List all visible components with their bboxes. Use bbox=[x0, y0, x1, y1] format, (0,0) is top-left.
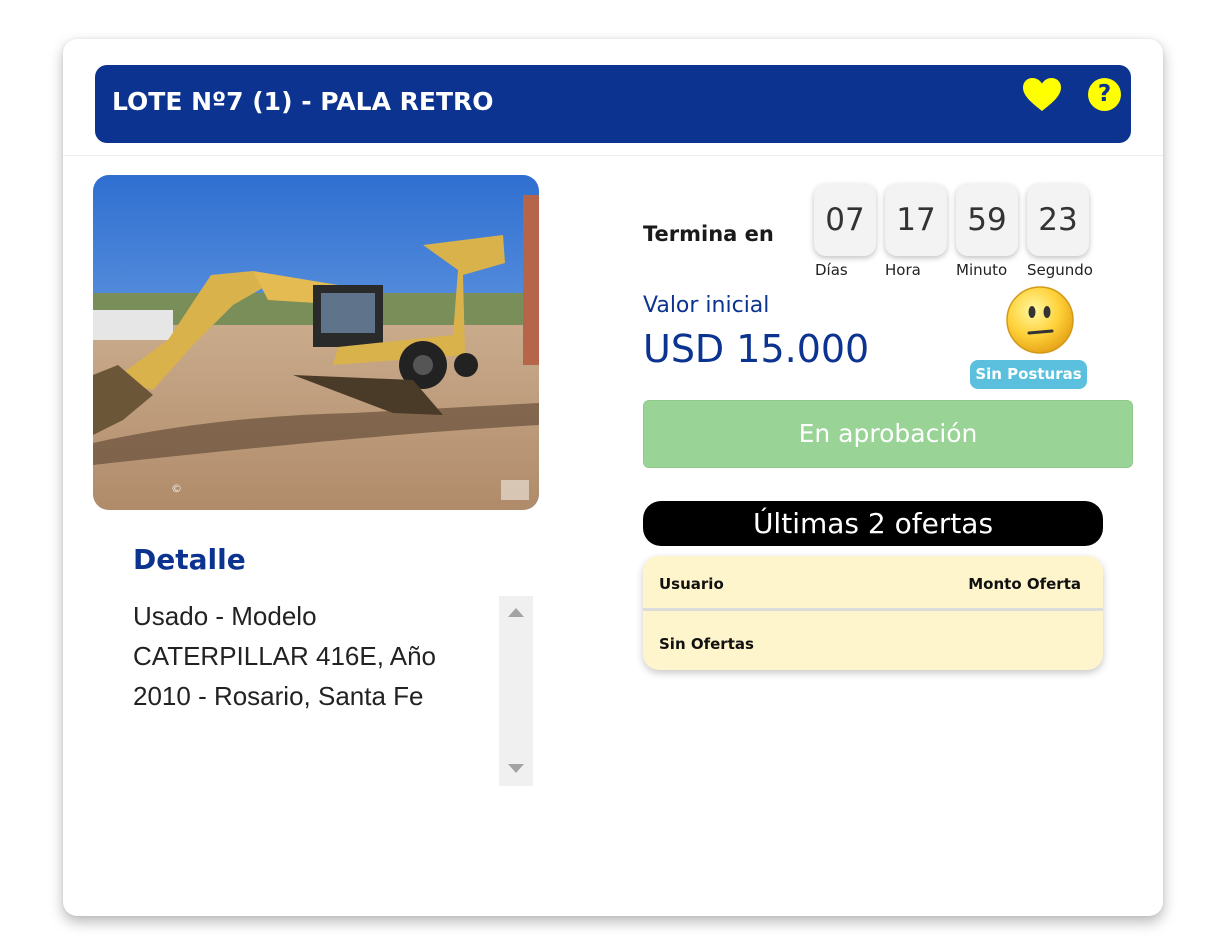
offers-table: Usuario Monto Oferta Sin Ofertas bbox=[643, 556, 1103, 670]
lot-card: LOTE Nº7 (1) - PALA RETRO ? © Detalle Us… bbox=[63, 39, 1163, 916]
countdown-days: 07 bbox=[814, 184, 876, 256]
countdown-label: Termina en bbox=[643, 222, 774, 246]
initial-value-label: Valor inicial bbox=[643, 293, 770, 318]
photo-watermark: © bbox=[171, 482, 182, 495]
offers-table-header: Usuario Monto Oferta bbox=[643, 556, 1103, 611]
offers-title: Últimas 2 ofertas bbox=[643, 501, 1103, 546]
lot-photo[interactable]: © bbox=[93, 175, 539, 510]
neutral-face-icon bbox=[1006, 286, 1074, 354]
countdown-hours: 17 bbox=[885, 184, 947, 256]
detail-box[interactable]: Usado - Modelo CATERPILLAR 416E, Año 201… bbox=[133, 596, 533, 786]
detail-scrollbar[interactable] bbox=[499, 596, 533, 786]
countdown-seconds: 23 bbox=[1027, 184, 1089, 256]
no-bids-badge: Sin Posturas bbox=[970, 360, 1087, 389]
backhoe-photo-illustration: © bbox=[93, 175, 539, 510]
lot-title: LOTE Nº7 (1) - PALA RETRO bbox=[112, 87, 494, 116]
countdown-minutes: 59 bbox=[956, 184, 1018, 256]
header-divider bbox=[63, 155, 1163, 156]
offers-empty-row: Sin Ofertas bbox=[659, 635, 754, 653]
offers-col-user: Usuario bbox=[659, 575, 724, 593]
offers-col-amount: Monto Oferta bbox=[968, 575, 1081, 593]
heart-icon[interactable] bbox=[1022, 77, 1062, 113]
detail-heading: Detalle bbox=[133, 543, 246, 576]
scroll-up-arrow-icon[interactable] bbox=[508, 608, 524, 617]
scroll-down-arrow-icon[interactable] bbox=[508, 764, 524, 773]
help-icon[interactable]: ? bbox=[1088, 78, 1121, 111]
countdown-minutes-label: Minuto bbox=[956, 261, 1008, 279]
detail-description: Usado - Modelo CATERPILLAR 416E, Año 201… bbox=[133, 601, 437, 711]
lot-header: LOTE Nº7 (1) - PALA RETRO ? bbox=[95, 65, 1131, 143]
countdown-days-label: Días bbox=[815, 261, 848, 279]
approval-status-button[interactable]: En aprobación bbox=[643, 400, 1133, 468]
countdown-hours-label: Hora bbox=[885, 261, 921, 279]
countdown-seconds-label: Segundo bbox=[1027, 261, 1093, 279]
initial-value-amount: USD 15.000 bbox=[643, 327, 870, 371]
